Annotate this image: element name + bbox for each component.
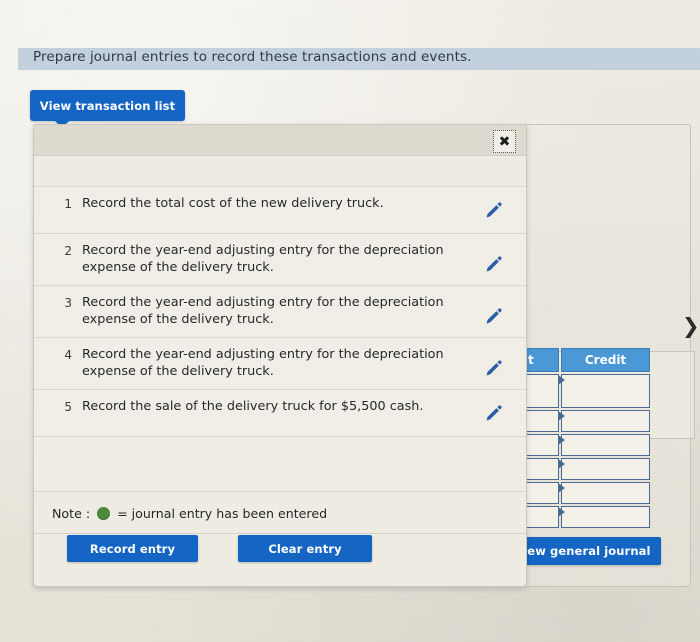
list-item[interactable]: 3 Record the year-end adjusting entry fo… [34, 286, 526, 338]
instruction-text: Prepare journal entries to record these … [33, 49, 472, 65]
view-transaction-list-button[interactable]: View transaction list [30, 90, 185, 128]
entry-description: Record the year-end adjusting entry for … [82, 295, 444, 327]
close-x-glyph: ✖ [498, 133, 511, 150]
row-caret-icon [558, 411, 565, 421]
column-header-credit: Credit [561, 348, 650, 372]
pencil-icon[interactable] [484, 306, 504, 326]
pencil-icon[interactable] [484, 358, 504, 378]
clear-entry-button[interactable]: Clear entry [238, 535, 372, 562]
entered-status-dot-icon [97, 507, 111, 520]
entry-number: 4 [64, 348, 72, 362]
pencil-icon[interactable] [484, 403, 504, 423]
credit-input[interactable] [561, 410, 650, 432]
close-icon[interactable]: ✖ [493, 130, 516, 153]
modal-titlebar: ✖ [34, 125, 526, 156]
modal-body: 1 Record the total cost of the new deliv… [34, 155, 526, 534]
transaction-list-modal: ✖ 1 Record the total cost of the new del… [33, 124, 527, 587]
entry-description: Record the year-end adjusting entry for … [82, 243, 444, 275]
note-label: Note : [52, 506, 91, 521]
entry-description: Record the year-end adjusting entry for … [82, 347, 444, 379]
list-item[interactable]: 1 Record the total cost of the new deliv… [34, 186, 526, 234]
credit-input[interactable] [561, 506, 650, 528]
entry-number: 1 [64, 197, 72, 211]
empty-list-strip [34, 437, 526, 492]
view-general-journal-button[interactable]: View general journal [504, 537, 661, 565]
row-caret-icon [558, 483, 565, 493]
entry-number: 5 [64, 400, 72, 414]
entry-description: Record the total cost of the new deliver… [82, 196, 384, 211]
modal-footer: Record entry Clear entry [34, 524, 526, 586]
credit-input[interactable] [561, 482, 650, 504]
row-caret-icon [558, 435, 565, 445]
record-entry-button[interactable]: Record entry [67, 535, 198, 562]
credit-input[interactable] [561, 458, 650, 480]
row-caret-icon [558, 507, 565, 517]
list-item[interactable]: 4 Record the year-end adjusting entry fo… [34, 338, 526, 390]
note-legend-text: = journal entry has been entered [117, 506, 328, 521]
credit-input[interactable] [561, 434, 650, 456]
entry-description: Record the sale of the delivery truck fo… [82, 399, 424, 414]
pencil-icon[interactable] [484, 254, 504, 274]
list-item[interactable]: 2 Record the year-end adjusting entry fo… [34, 234, 526, 286]
list-item[interactable]: 5 Record the sale of the delivery truck … [34, 390, 526, 437]
row-caret-icon [558, 375, 565, 385]
credit-input[interactable] [561, 374, 650, 408]
entry-number: 3 [64, 296, 72, 310]
row-caret-icon [558, 459, 565, 469]
pencil-icon[interactable] [484, 200, 504, 220]
entry-number: 2 [64, 244, 72, 258]
chevron-right-icon[interactable]: ❯ [682, 313, 700, 339]
transaction-entry-list: 1 Record the total cost of the new deliv… [34, 186, 526, 534]
